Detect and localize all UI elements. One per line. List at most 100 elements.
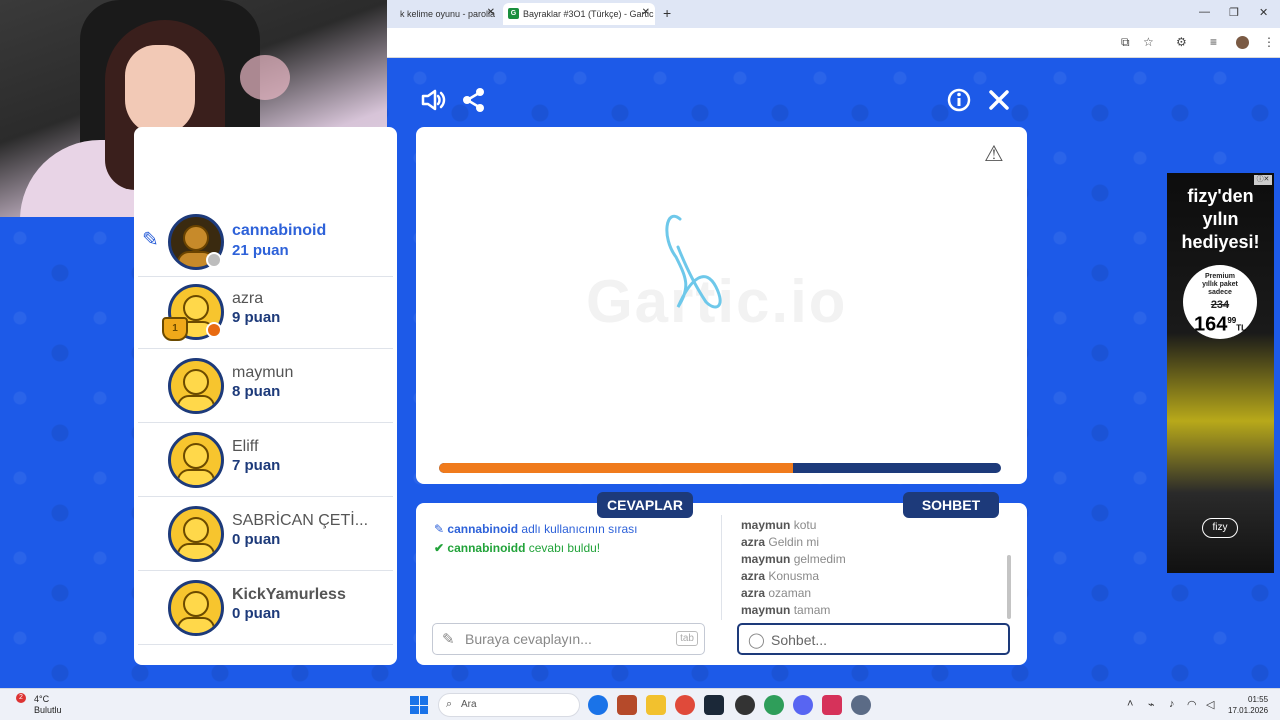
gartic-favicon-icon: G: [508, 8, 519, 19]
ad-close-icon[interactable]: ⓘ✕: [1254, 175, 1272, 185]
avatar: [168, 358, 224, 414]
player-row-eliff[interactable]: Eliff 7 puan: [138, 423, 393, 497]
player-row-sabrican[interactable]: SABRİCAN ÇETİ... 0 puan: [138, 497, 393, 571]
mic-icon[interactable]: ♪: [1169, 698, 1175, 710]
volume-icon[interactable]: ◁: [1206, 698, 1214, 711]
chat-bubble-icon: ◯: [748, 632, 765, 649]
status-dot: [206, 252, 222, 268]
avatar: [168, 580, 224, 636]
player-row-cannabinoid[interactable]: ✎ cannabinoid 21 puan: [138, 205, 393, 277]
fizy-logo: fizy: [1202, 518, 1238, 538]
weather-widget[interactable]: 2 4°C Bulutlu: [16, 693, 62, 716]
reading-list-icon[interactable]: ≡: [1210, 35, 1217, 49]
player-row-kickyamurless[interactable]: KickYamurless 0 puan: [138, 571, 393, 645]
drawing-canvas[interactable]: Gartic.io ⚠: [416, 127, 1027, 484]
weather-desc: Bulutlu: [34, 705, 62, 715]
discord-icon[interactable]: [793, 695, 813, 715]
round-timer-bar: [439, 463, 1001, 473]
settings-icon[interactable]: [851, 695, 871, 715]
chat-input[interactable]: ◯ Sohbet...: [737, 623, 1010, 655]
ad-old-price: 234: [1210, 299, 1230, 311]
answer-user: cannabinoidd: [447, 541, 526, 555]
edge-icon[interactable]: [588, 695, 608, 715]
pencil-icon: ✎: [434, 522, 445, 536]
player-name: Eliff: [232, 438, 259, 455]
player-score: 9 puan: [232, 309, 281, 326]
player-score: 0 puan: [232, 605, 281, 622]
pocket-icon[interactable]: [822, 695, 842, 715]
ad-price-badge: Premium yıllık paket sadece 234 16499TL: [1183, 265, 1257, 339]
player-row-maymun[interactable]: maymun 8 puan: [138, 349, 393, 423]
chat-scrollbar[interactable]: [1007, 555, 1011, 619]
close-game-icon[interactable]: [985, 86, 1013, 114]
answer-placeholder: Buraya cevaplayın...: [465, 631, 592, 647]
share-icon[interactable]: [460, 86, 488, 114]
panel-divider: [721, 515, 722, 620]
tab-title: k kelime oyunu - parolla: [400, 9, 496, 19]
tab-close-icon[interactable]: ✕: [487, 7, 495, 18]
status-dot: [206, 322, 222, 338]
extensions-icon[interactable]: ⚙: [1176, 35, 1187, 49]
chat-message: azra ozaman: [741, 586, 812, 600]
player-row-azra[interactable]: 1 azra 9 puan: [138, 275, 393, 349]
player-score: 21 puan: [232, 242, 289, 259]
player-name: cannabinoid: [232, 222, 327, 239]
tab-chat[interactable]: SOHBET: [903, 492, 999, 518]
steam-icon[interactable]: [704, 695, 724, 715]
chrome-profile-icon[interactable]: [764, 695, 784, 715]
webcam-teddy: [240, 55, 290, 100]
chat-message: maymun kotu: [741, 518, 817, 532]
tab-close-icon[interactable]: ✕: [642, 7, 650, 18]
round-timer-fill: [439, 463, 794, 473]
new-tab-icon[interactable]: +: [663, 5, 671, 21]
chat-message: maymun tamam: [741, 603, 831, 617]
chat-placeholder: Sohbet...: [771, 632, 828, 648]
obs-icon[interactable]: [735, 695, 755, 715]
profile-avatar[interactable]: [1236, 36, 1249, 49]
chat-message: azra Geldin mi: [741, 535, 820, 549]
window-close-icon[interactable]: ✕: [1259, 6, 1268, 19]
players-panel: ✎ cannabinoid 21 puan 1 azra 9 puan maym…: [134, 127, 397, 665]
answer-text: adlı kullanıcının sırası: [518, 522, 638, 536]
wifi-icon[interactable]: ◠: [1187, 698, 1197, 711]
chat-message: maymun gelmedim: [741, 552, 846, 566]
info-icon[interactable]: [945, 86, 973, 114]
system-clock[interactable]: 01:55 17.01.2026: [1228, 694, 1268, 716]
windows-start-icon[interactable]: [410, 696, 428, 714]
network-icon[interactable]: ⌁: [1148, 698, 1155, 711]
answer-text: cevabı buldu!: [525, 541, 601, 555]
webcam-face: [125, 45, 195, 135]
tab-title: Bayraklar #3O1 (Türkçe) - Gartic: [523, 9, 654, 19]
restore-icon[interactable]: ❐: [1229, 6, 1239, 19]
bookmark-star-icon[interactable]: ☆: [1143, 35, 1154, 49]
answer-line: ✔ cannabinoidd cevabı buldu!: [434, 541, 600, 555]
file-explorer-icon[interactable]: [646, 695, 666, 715]
ad-headline: fizy'den yılın hediyesi!: [1181, 186, 1260, 252]
fizy-ad-banner[interactable]: ⓘ✕ fizy'den yılın hediyesi! Premium yıll…: [1167, 173, 1274, 573]
player-name: KickYamurless: [232, 586, 346, 603]
ad-new-price: 16499TL: [1193, 313, 1247, 336]
answers-chat-panel: ✎ cannabinoid adlı kullanıcının sırası ✔…: [416, 503, 1027, 665]
browser-tab-gartic[interactable]: G Bayraklar #3O1 (Türkçe) - Gartic ✕: [503, 3, 655, 25]
tray-chevron-icon[interactable]: ˄: [1127, 698, 1133, 710]
notification-badge: 2: [16, 693, 26, 703]
avatar: [168, 432, 224, 488]
chrome-icon[interactable]: [675, 695, 695, 715]
check-icon: ✔: [434, 541, 445, 555]
tab-answers[interactable]: CEVAPLAR: [597, 492, 693, 518]
drawer-pencil-icon: ✎: [142, 229, 159, 251]
taskbar-search[interactable]: ⌕ Ara: [438, 693, 580, 717]
report-warning-icon[interactable]: ⚠: [984, 141, 1004, 167]
answer-input[interactable]: ✎ Buraya cevaplayın... tab: [432, 623, 705, 655]
player-score: 7 puan: [232, 457, 281, 474]
menu-kebab-icon[interactable]: ⋮: [1263, 35, 1275, 49]
game-app-icon[interactable]: [617, 695, 637, 715]
cast-icon[interactable]: ⧉: [1121, 35, 1130, 50]
minimize-icon[interactable]: —: [1199, 6, 1210, 18]
pencil-icon: ✎: [442, 631, 455, 648]
player-name: maymun: [232, 364, 294, 381]
sound-icon[interactable]: [419, 86, 447, 114]
browser-tab-parolla[interactable]: k kelime oyunu - parolla ✕: [380, 3, 500, 25]
player-name: SABRİCAN ÇETİ...: [232, 512, 369, 529]
avatar: [168, 506, 224, 562]
